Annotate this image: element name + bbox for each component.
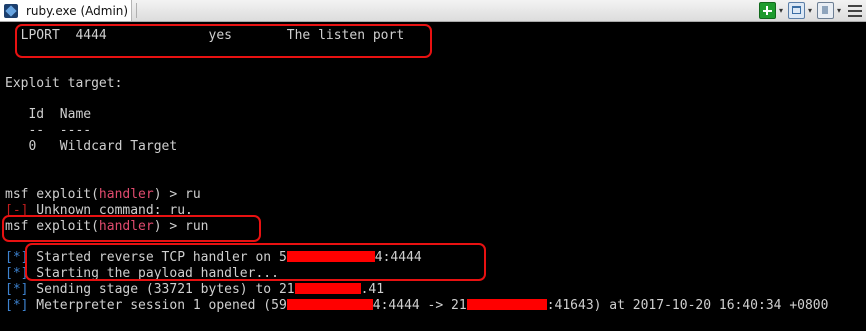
status-marker: [*] bbox=[5, 298, 29, 314]
tab-separator bbox=[136, 3, 137, 18]
console-app-icon bbox=[4, 3, 18, 18]
module-name: handler bbox=[98, 186, 154, 202]
terminal-line: [*] Sending stage (33721 bytes) to 21 .41 bbox=[5, 282, 861, 298]
settings-dropdown-icon[interactable]: ▾ bbox=[837, 6, 841, 15]
line-text: Sending stage (33721 bytes) to 21 bbox=[28, 282, 295, 298]
terminal-line: [*] Meterpreter session 1 opened (59 4:44… bbox=[5, 298, 861, 314]
redaction-mark bbox=[466, 299, 547, 311]
add-tab-icon[interactable] bbox=[758, 2, 776, 19]
highlight-box-handler-started bbox=[25, 243, 486, 281]
line-text: 4:4444 -> 21 bbox=[372, 298, 467, 314]
window-dropdown-icon[interactable]: ▾ bbox=[808, 6, 812, 15]
redaction-mark bbox=[294, 283, 361, 295]
terminal-line: msf exploit(handler) > ru bbox=[5, 187, 861, 203]
line-text: 0 Wildcard Target bbox=[5, 139, 178, 155]
window-icon[interactable] bbox=[787, 2, 805, 19]
line-text: .41 bbox=[360, 282, 385, 298]
settings-icon[interactable] bbox=[816, 2, 834, 19]
line-text: Meterpreter session 1 opened (59 bbox=[28, 298, 287, 314]
line-text: Id Name bbox=[5, 107, 92, 123]
highlight-box-run-command bbox=[2, 215, 261, 242]
menu-icon[interactable] bbox=[848, 4, 862, 17]
console-tab[interactable]: ruby.exe (Admin) bbox=[0, 0, 132, 21]
toolbar-right: ▾ ▾ ▾ bbox=[758, 2, 862, 19]
tab-title: ruby.exe (Admin) bbox=[26, 3, 129, 18]
line-text: msf exploit( bbox=[5, 186, 99, 202]
title-bar: ruby.exe (Admin) ▾ ▾ ▾ bbox=[0, 0, 866, 22]
highlight-box-lport bbox=[15, 24, 432, 58]
line-text: :41643) at 2017-10-20 16:40:34 +0800 bbox=[546, 298, 829, 314]
add-tab-dropdown-icon[interactable]: ▾ bbox=[779, 6, 783, 15]
line-text: -- ---- bbox=[5, 123, 92, 139]
status-marker: [*] bbox=[5, 282, 29, 298]
terminal-line: Exploit target: bbox=[5, 76, 861, 92]
line-text: Exploit target: bbox=[5, 75, 123, 91]
line-text: ) > ru bbox=[153, 186, 201, 202]
terminal-line: Id Name bbox=[5, 107, 861, 123]
terminal-line: -- ---- bbox=[5, 123, 861, 139]
redaction-mark bbox=[286, 299, 373, 311]
terminal-line: 0 Wildcard Target bbox=[5, 139, 861, 155]
